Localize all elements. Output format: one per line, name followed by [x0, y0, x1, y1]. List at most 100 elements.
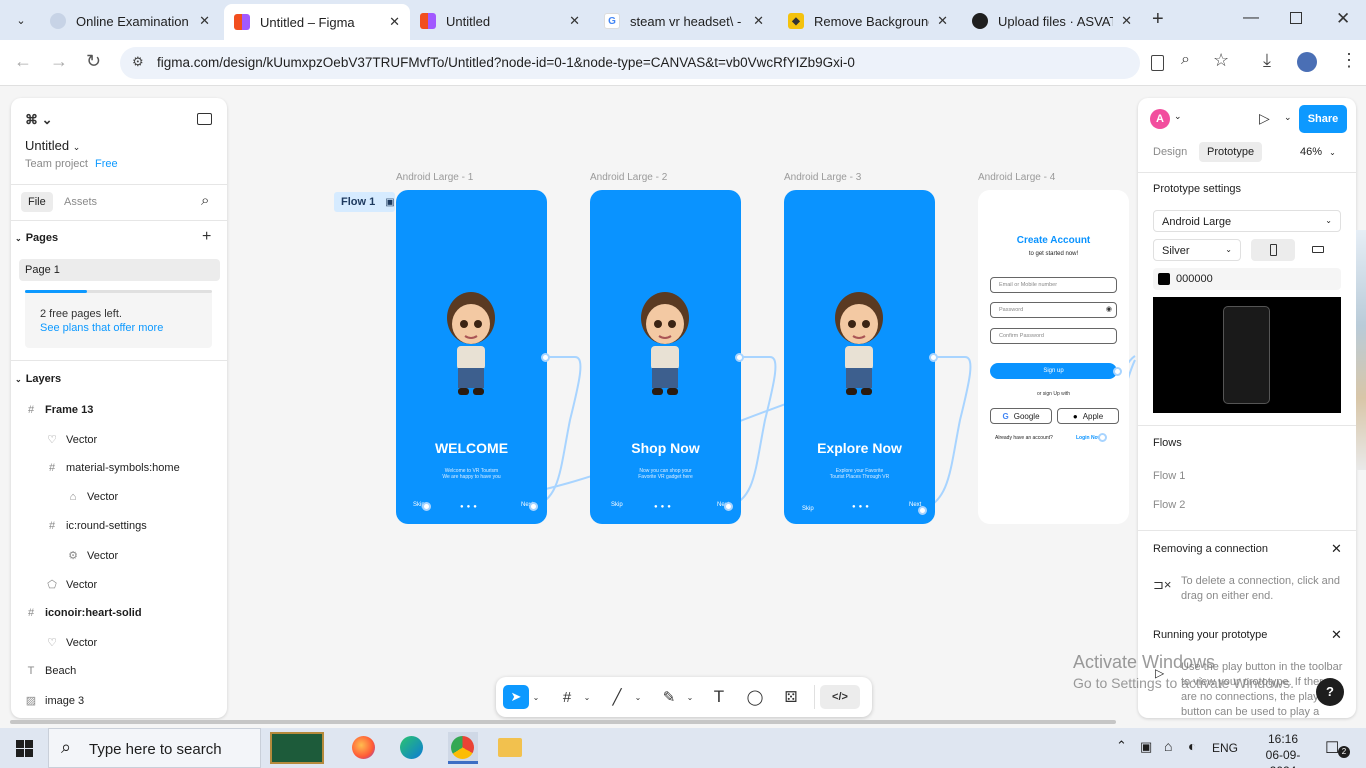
layer-row[interactable]: ♡ Vector — [11, 433, 227, 447]
help-button[interactable]: ? — [1316, 678, 1344, 706]
device-select[interactable]: Android Large ⌄ — [1153, 210, 1341, 232]
portrait-toggle[interactable] — [1251, 239, 1295, 261]
layer-row[interactable]: ⬠ Vector — [11, 578, 227, 592]
layer-row[interactable]: ▨ image 3 — [11, 694, 227, 708]
file-explorer-icon[interactable] — [498, 738, 522, 757]
layer-row[interactable]: # material-symbols:home — [11, 462, 227, 474]
close-icon[interactable]: ✕ — [1331, 541, 1342, 557]
signup-button[interactable]: Sign up — [990, 363, 1117, 379]
page-dots: ●●● — [654, 504, 674, 510]
chevron-down-icon[interactable]: ⌄ — [633, 685, 643, 709]
pinned-app-icon[interactable] — [270, 732, 324, 764]
flow-play-icon[interactable]: ▣ — [385, 197, 394, 208]
connection-handle[interactable] — [529, 502, 538, 511]
layer-name: Beach — [45, 665, 77, 677]
connection-handle[interactable] — [1113, 367, 1122, 376]
tab-prototype[interactable]: Prototype — [1199, 142, 1263, 162]
frame-label[interactable]: Android Large - 1 — [396, 172, 473, 183]
layer-name: Vector — [87, 549, 119, 562]
character-illustration — [447, 292, 495, 395]
chevron-down-icon[interactable]: ⌄ — [1174, 111, 1182, 122]
apple-button[interactable]: ● Apple — [1057, 408, 1119, 424]
windows-start-icon[interactable] — [16, 740, 33, 757]
frame-shop[interactable]: Shop Now Now you can shop your Favorite V… — [590, 190, 741, 524]
comment-tool-icon[interactable]: ◯ — [744, 685, 766, 709]
present-play-icon[interactable]: ▷ — [1259, 110, 1270, 127]
zoom-level[interactable]: 46% ⌄ — [1300, 146, 1336, 158]
taskbar-search-box[interactable]: ⌕ Type here to search — [48, 728, 261, 768]
page-item[interactable]: Page 1 — [19, 259, 220, 281]
frame-welcome[interactable]: WELCOME Welcome to VR Tourism We are happ… — [396, 190, 547, 524]
connection-handle[interactable] — [918, 506, 927, 515]
move-tool-button[interactable]: ➤ — [503, 685, 529, 709]
connection-handle[interactable] — [1098, 433, 1107, 442]
language-indicator[interactable]: ENG — [1212, 741, 1238, 755]
tab-file[interactable]: File — [21, 192, 53, 212]
add-page-icon[interactable]: + — [202, 228, 211, 246]
frame-signup[interactable]: Create Account to get started now! Email… — [978, 190, 1129, 524]
layer-row[interactable]: # iconoir:heart-solid — [11, 607, 227, 619]
connection-handle[interactable] — [929, 353, 938, 362]
frame-label[interactable]: Android Large - 3 — [784, 172, 861, 183]
panel-toggle-icon[interactable] — [197, 113, 212, 125]
tab-design[interactable]: Design — [1153, 146, 1187, 158]
tray-device-icon[interactable]: ▣ — [1140, 739, 1152, 755]
see-plans-link[interactable]: See plans that offer more — [40, 322, 163, 334]
frame-label[interactable]: Android Large - 4 — [978, 172, 1055, 183]
tab-assets[interactable]: Assets — [64, 196, 97, 208]
pages-header[interactable]: ⌄ Pages — [15, 232, 58, 244]
layer-row[interactable]: T Beach — [11, 665, 227, 677]
pen-tool-icon[interactable]: ✎ — [658, 685, 680, 709]
flow-starting-point[interactable]: Flow 1 ▣ — [334, 192, 395, 212]
email-field[interactable]: Email or Mobile number — [990, 277, 1117, 293]
firefox-icon[interactable] — [352, 736, 375, 759]
frame-explore[interactable]: Explore Now Explore your Favorite Tourist… — [784, 190, 935, 524]
layers-header[interactable]: ⌄ Layers — [15, 373, 61, 385]
connection-handle[interactable] — [735, 353, 744, 362]
share-button[interactable]: Share — [1299, 105, 1347, 133]
password-field[interactable]: Password ◉ — [990, 302, 1117, 318]
frame-tool-icon[interactable]: # — [556, 685, 578, 709]
flow-item[interactable]: Flow 2 — [1153, 499, 1185, 511]
network-icon[interactable]: ⌂ — [1164, 738, 1172, 754]
volume-icon[interactable]: ◐ — [1188, 738, 1196, 754]
connection-handle[interactable] — [422, 502, 431, 511]
line-tool-icon[interactable]: ╱ — [606, 685, 628, 709]
tray-chevron-icon[interactable]: ⌃ — [1116, 738, 1127, 754]
chevron-down-icon[interactable]: ⌄ — [1284, 112, 1292, 123]
chevron-down-icon[interactable]: ⌄ — [582, 685, 592, 709]
horizontal-scrollbar[interactable] — [10, 720, 1116, 724]
layer-row[interactable]: # Frame 13 — [11, 404, 227, 416]
chevron-down-icon[interactable]: ⌄ — [531, 685, 541, 709]
chevron-down-icon[interactable]: ⌄ — [685, 685, 695, 709]
clock[interactable]: 16:16 06-09-2024 — [1254, 731, 1312, 768]
figma-menu-button[interactable]: ⌘ ⌄ — [25, 112, 53, 128]
frame-title: WELCOME — [434, 440, 509, 456]
dev-mode-toggle[interactable]: </> — [820, 685, 860, 709]
layer-row[interactable]: ⌂ Vector — [11, 491, 227, 503]
flow-item[interactable]: Flow 1 — [1153, 470, 1185, 482]
layer-row[interactable]: ♡ Vector — [11, 636, 227, 650]
user-avatar[interactable]: A — [1150, 109, 1170, 129]
eye-icon[interactable]: ◉ — [1106, 305, 1112, 313]
frame-label[interactable]: Android Large - 2 — [590, 172, 667, 183]
text-tool-icon[interactable]: T — [708, 685, 730, 709]
model-select[interactable]: Silver ⌄ — [1153, 239, 1241, 261]
background-color-field[interactable]: 000000 — [1153, 268, 1341, 290]
apple-label: Apple — [1082, 411, 1104, 421]
google-button[interactable]: G Google — [990, 408, 1052, 424]
search-icon[interactable]: ⌕ — [201, 192, 209, 209]
actions-tool-icon[interactable]: ⚄ — [780, 685, 802, 709]
connection-handle[interactable] — [724, 502, 733, 511]
edge-icon[interactable] — [400, 736, 423, 759]
plan-badge[interactable]: Free — [95, 158, 118, 170]
landscape-toggle[interactable] — [1297, 239, 1341, 261]
chrome-icon[interactable] — [448, 732, 478, 764]
close-icon[interactable]: ✕ — [1331, 627, 1342, 643]
notification-icon[interactable]: ☐ — [1325, 738, 1339, 758]
layer-row[interactable]: ⚙ Vector — [11, 549, 227, 563]
confirm-password-field[interactable]: Confirm Password — [990, 328, 1117, 344]
file-name[interactable]: Untitled ⌄ — [25, 138, 80, 153]
layer-row[interactable]: # ic:round-settings — [11, 520, 227, 532]
connection-handle[interactable] — [541, 353, 550, 362]
